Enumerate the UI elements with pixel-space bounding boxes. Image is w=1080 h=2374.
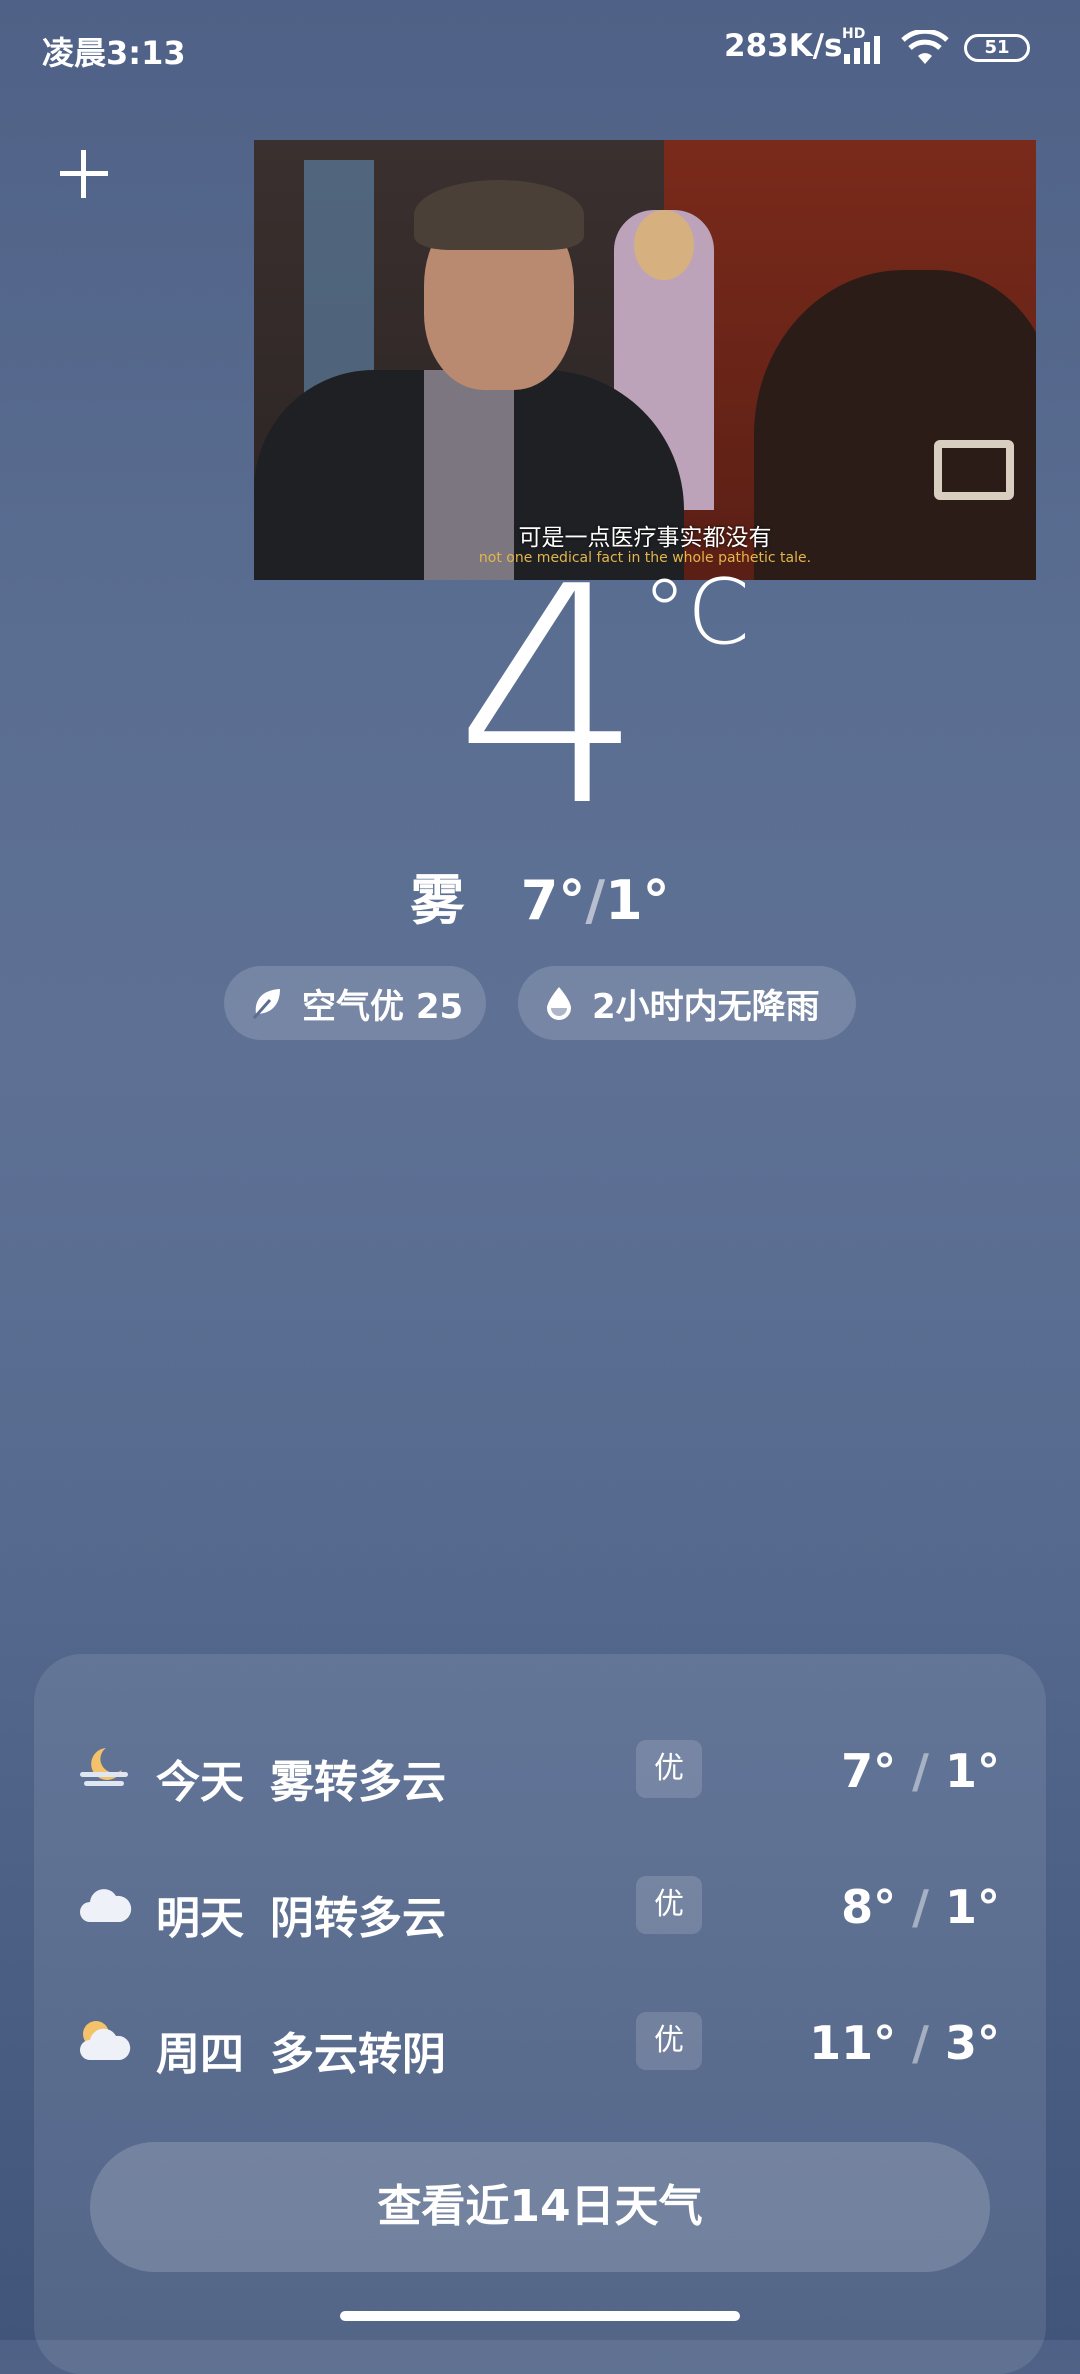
aqi-badge: 优 xyxy=(636,1876,702,1934)
rain-forecast-chip[interactable]: 2小时内无降雨 xyxy=(518,966,856,1040)
signal-icon xyxy=(844,36,880,64)
air-quality-chip[interactable]: 空气优 25 xyxy=(224,966,486,1040)
drop-icon xyxy=(547,987,571,1020)
forecast-day: 明天 xyxy=(156,1893,244,1944)
network-speed: 283K/s xyxy=(724,28,843,64)
forecast-row[interactable]: 今天 雾转多云 优 7°/1° xyxy=(34,1726,1046,1816)
today-high: 7° xyxy=(520,869,586,932)
leaf-icon xyxy=(252,989,280,1019)
floating-video-player[interactable]: 可是一点医疗事实都没有 not one medical fact in the … xyxy=(254,140,1036,580)
home-indicator[interactable] xyxy=(340,2311,740,2321)
status-time: 凌晨3:13 xyxy=(42,34,186,72)
battery-icon: 51 xyxy=(964,34,1030,62)
condition-text: 雾 xyxy=(410,869,465,932)
today-low: 1° xyxy=(605,869,670,932)
forecast-temps: 11°/3° xyxy=(809,2016,1000,2070)
forecast-day: 周四 xyxy=(156,2029,244,2080)
forecast-row[interactable]: 明天 阴转多云 优 8°/1° xyxy=(34,1862,1046,1952)
status-bar: 凌晨3:13 283K/s HD 51 xyxy=(0,0,1080,96)
temperature-unit: °C xyxy=(642,560,750,665)
wifi-icon xyxy=(901,30,949,64)
current-temperature: 4 xyxy=(454,523,645,872)
forecast-desc: 阴转多云 xyxy=(270,1893,446,1944)
aqi-badge: 优 xyxy=(636,1740,702,1798)
forecast-row[interactable]: 周四 多云转阴 优 11°/3° xyxy=(34,1998,1046,2088)
subtitle-chinese: 可是一点医疗事实都没有 xyxy=(518,525,772,551)
moon-fog-icon xyxy=(80,1748,128,1786)
aqi-badge: 优 xyxy=(636,2012,702,2070)
add-city-button[interactable] xyxy=(56,146,112,202)
forecast-temps: 8°/1° xyxy=(841,1880,1000,1934)
cloud-icon xyxy=(80,1889,132,1922)
view-14-day-button[interactable]: 查看近14日天气 xyxy=(90,2142,990,2272)
condition-summary: 雾 7°/1° xyxy=(410,869,670,932)
air-quality-label: 空气优 25 xyxy=(302,986,464,1027)
forecast-desc: 多云转阴 xyxy=(270,2029,446,2080)
rain-label: 2小时内无降雨 xyxy=(592,986,820,1027)
battery-level: 51 xyxy=(984,37,1010,58)
forecast-desc: 雾转多云 xyxy=(270,1757,446,1808)
forecast-day: 今天 xyxy=(156,1757,244,1808)
partly-cloudy-icon xyxy=(80,2021,131,2060)
forecast-temps: 7°/1° xyxy=(841,1744,1000,1798)
